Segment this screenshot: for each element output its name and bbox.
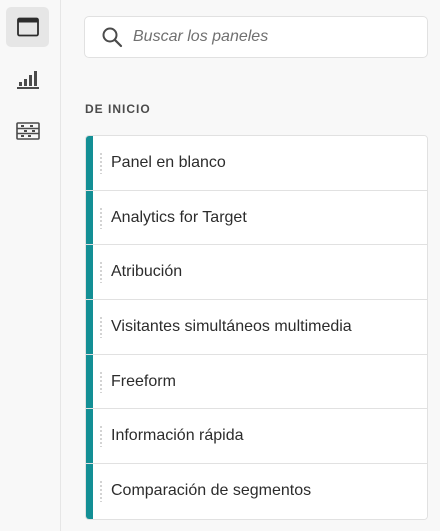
panel-item-analytics-for-target[interactable]: Analytics for Target	[86, 190, 427, 246]
panel-item-visitantes-simultaneos[interactable]: Visitantes simultáneos multimedia	[86, 300, 427, 355]
drag-handle-icon[interactable]	[100, 261, 102, 284]
drag-handle-icon[interactable]	[100, 315, 102, 338]
section-title: DE INICIO	[85, 102, 151, 116]
table-rows-icon	[15, 122, 40, 140]
panel-window-icon	[16, 17, 39, 37]
accent-bar	[86, 464, 93, 519]
accent-bar	[86, 354, 93, 409]
panel-item-panel-en-blanco[interactable]: Panel en blanco	[86, 136, 427, 191]
visualizations-rail-button[interactable]	[6, 60, 49, 100]
drag-handle-icon[interactable]	[100, 425, 102, 448]
drag-handle-icon[interactable]	[100, 206, 102, 229]
drag-handle-icon[interactable]	[100, 480, 102, 503]
panel-item-freeform[interactable]: Freeform	[86, 354, 427, 410]
accent-bar	[86, 409, 93, 464]
bar-chart-icon	[16, 71, 39, 89]
accent-bar	[86, 136, 93, 190]
accent-bar	[86, 245, 93, 300]
panel-list: Panel en blanco Analytics for Target Atr…	[85, 135, 428, 520]
panel-item-label: Atribución	[111, 263, 183, 281]
panel-item-atribucion[interactable]: Atribución	[86, 245, 427, 301]
panel-item-label: Visitantes simultáneos multimedia	[111, 317, 352, 335]
panel-item-label: Panel en blanco	[111, 153, 226, 171]
search-box[interactable]	[84, 16, 428, 58]
drag-handle-icon[interactable]	[100, 151, 102, 174]
accent-bar	[86, 300, 93, 354]
panel-item-label: Freeform	[111, 372, 176, 390]
accent-bar	[86, 190, 93, 245]
drag-handle-icon[interactable]	[100, 370, 102, 393]
components-rail-button[interactable]	[6, 111, 49, 151]
panel-item-label: Comparación de segmentos	[111, 482, 312, 500]
left-rail	[0, 0, 61, 531]
panel-item-label: Analytics for Target	[111, 208, 247, 226]
search-icon	[102, 27, 123, 48]
panel-item-informacion-rapida[interactable]: Información rápida	[86, 409, 427, 465]
panels-rail-button[interactable]	[6, 7, 49, 47]
search-input[interactable]	[133, 17, 427, 57]
panel-item-comparacion-de-segmentos[interactable]: Comparación de segmentos	[86, 464, 427, 519]
panel-item-label: Información rápida	[111, 427, 244, 445]
